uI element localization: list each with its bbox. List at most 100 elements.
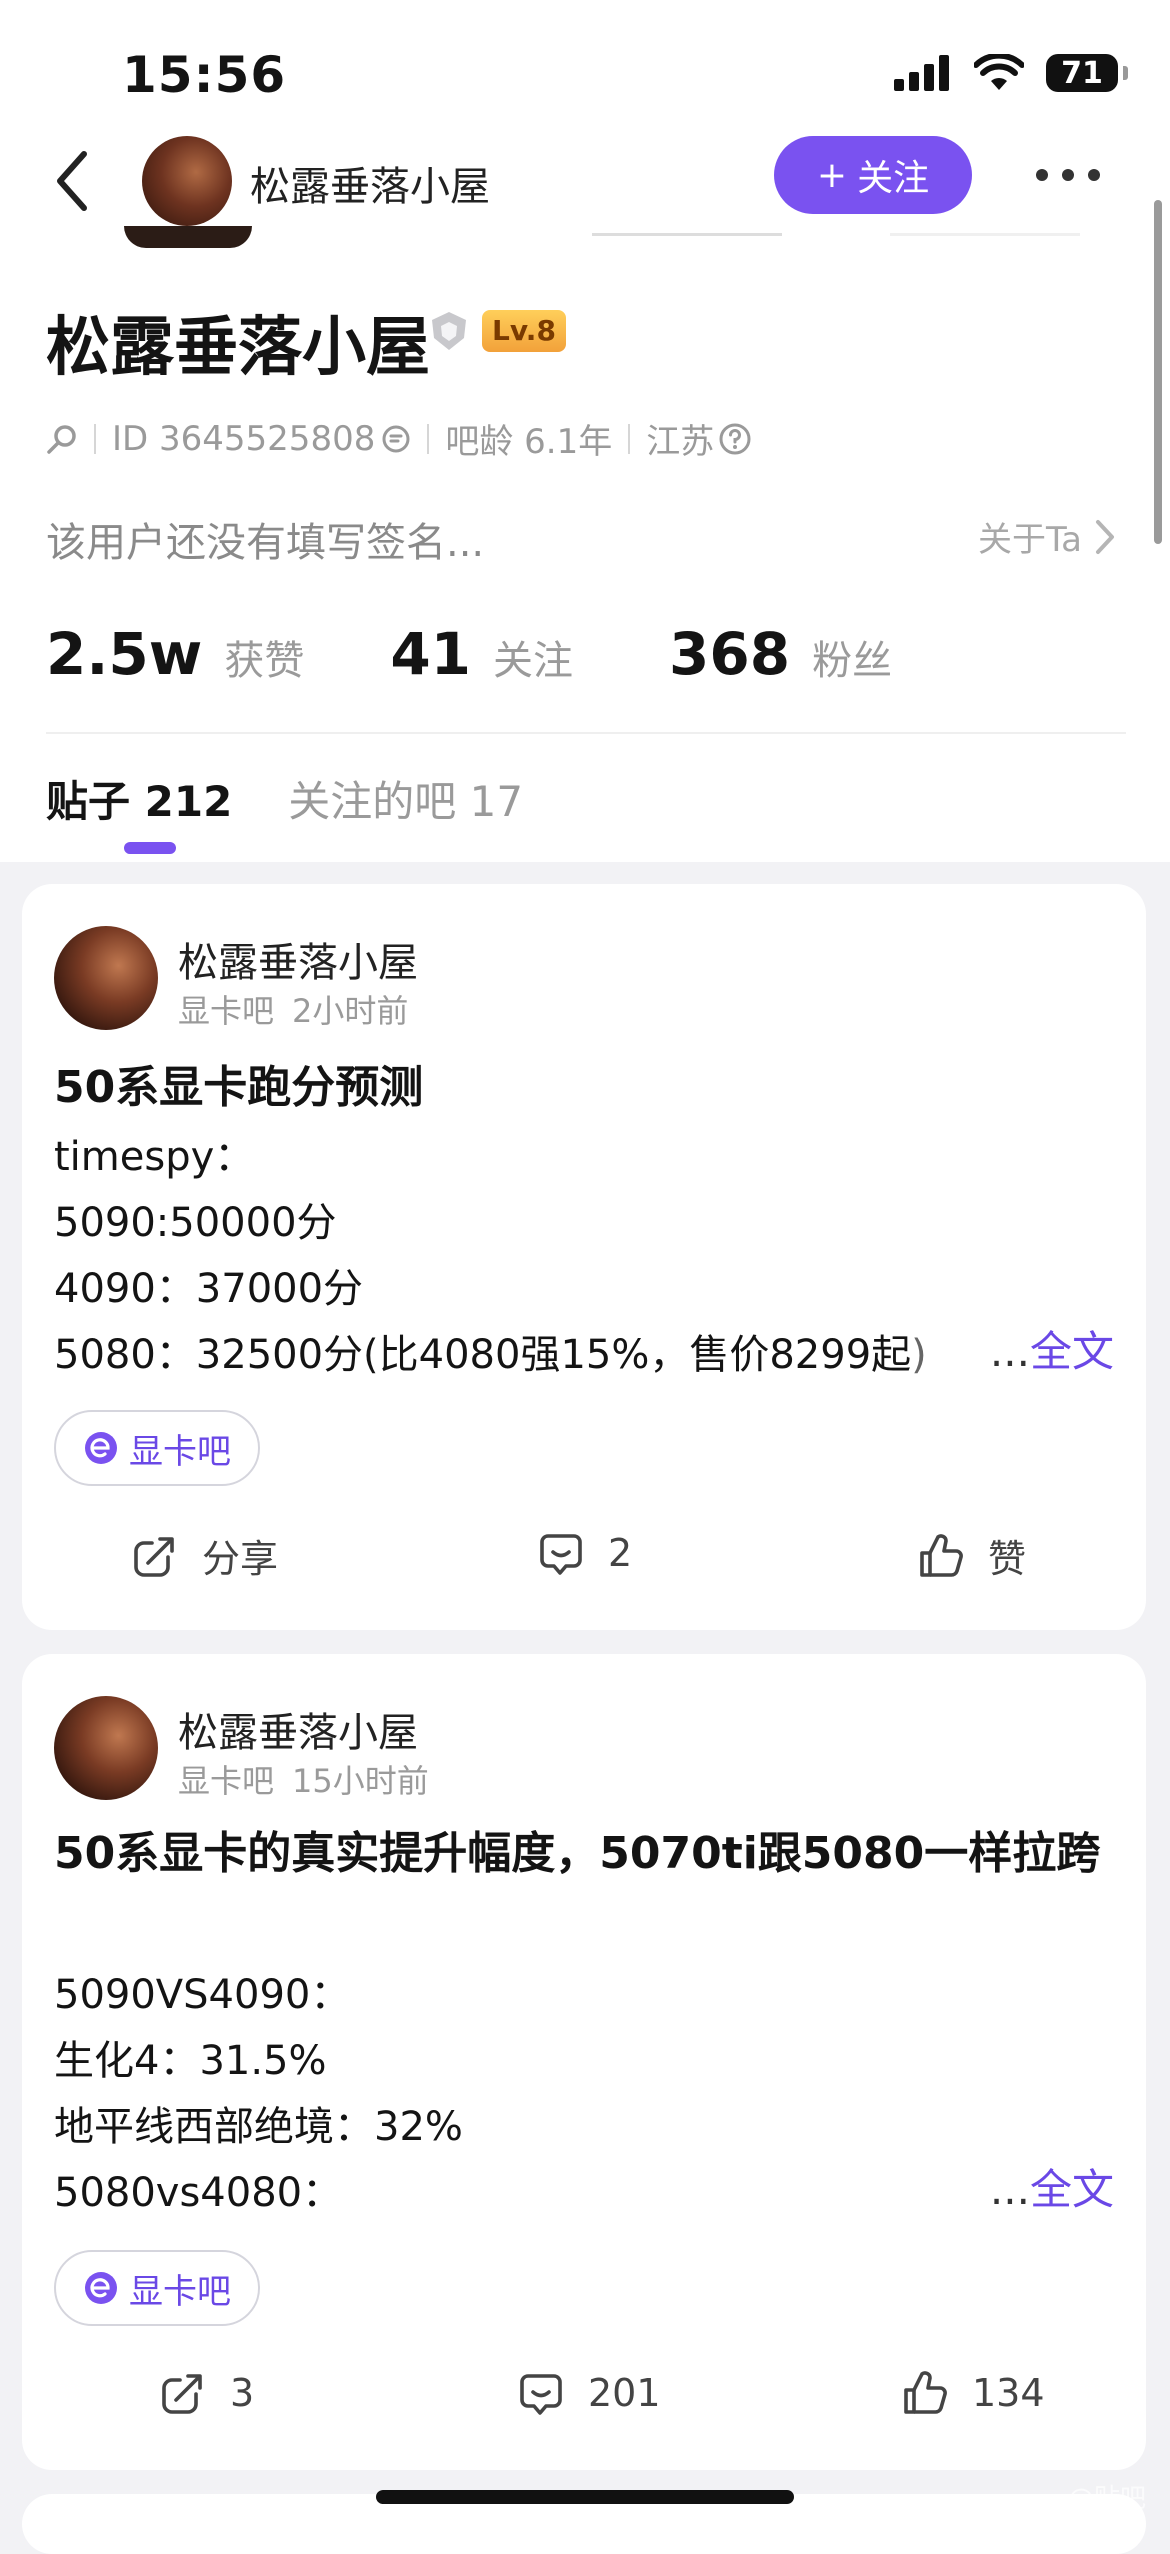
stat-label: 关注: [493, 638, 574, 684]
author-avatar[interactable]: [54, 926, 158, 1030]
full-text-link[interactable]: ...全文: [990, 1318, 1114, 1379]
forum-tag[interactable]: 显卡吧: [54, 1410, 260, 1486]
post-line: timespy：: [54, 1134, 255, 1180]
comment-button[interactable]: 201: [516, 2368, 661, 2418]
cellular-signal-icon: [894, 55, 949, 91]
share-icon: [162, 2374, 202, 2414]
divider: [46, 732, 1126, 734]
full-text-link[interactable]: ...全文: [990, 2156, 1114, 2217]
post-time: 2小时前: [292, 992, 409, 1030]
header-decoration: [592, 233, 782, 236]
thumbs-up-icon: [904, 2371, 947, 2414]
profile-tabs: 贴子 212 关注的吧 17: [46, 768, 523, 829]
share-button[interactable]: 分享: [130, 1528, 278, 1583]
stat-value: 41: [390, 620, 472, 688]
full-text-label: 全文: [1029, 2165, 1114, 2214]
stat-label: 粉丝: [812, 638, 893, 684]
level-badge: Lv.8: [482, 310, 566, 352]
post-title[interactable]: 50系显卡跑分预测: [54, 1052, 1114, 1124]
forum-tag-label: 显卡吧: [129, 2271, 231, 2312]
status-time: 15:56: [122, 46, 287, 104]
post-meta: 显卡吧 15小时前: [178, 1756, 429, 1802]
stat-label: 获赞: [224, 638, 305, 684]
profile-avatar-edge: [124, 226, 252, 248]
more-options-icon[interactable]: [1036, 160, 1100, 190]
stats-row: 2.5w 获赞 41 关注 368 粉丝: [46, 620, 892, 688]
comment-count: 2: [608, 1531, 633, 1575]
like-count: 134: [972, 2371, 1045, 2415]
post-author[interactable]: 松露垂落小屋: [178, 1700, 418, 1758]
battery-icon: 71: [1046, 54, 1128, 92]
post-line: 5080vs4080：: [54, 2170, 343, 2216]
header-decoration: [890, 233, 1080, 236]
follow-button[interactable]: + 关注: [774, 136, 972, 214]
forum-logo-icon: [85, 2272, 117, 2304]
forum-tag[interactable]: 显卡吧: [54, 2250, 260, 2326]
wifi-icon: [974, 54, 1024, 90]
author-avatar[interactable]: [54, 1696, 158, 1800]
like-button[interactable]: 赞: [916, 1528, 1026, 1583]
tab-followed-forums[interactable]: 关注的吧 17: [288, 768, 523, 829]
forum-logo-icon: [85, 1432, 117, 1464]
post-card[interactable]: 松露垂落小屋 显卡吧 15小时前 50系显卡的真实提升幅度，5070ti跟5080…: [22, 1654, 1146, 2470]
tab-indicator: [124, 842, 176, 854]
copy-icon[interactable]: [381, 424, 411, 454]
home-indicator[interactable]: [376, 2490, 794, 2504]
share-label: 分享: [202, 1537, 279, 1581]
post-line: 5090:50000分: [54, 1200, 337, 1246]
profile-name: 松露垂落小屋: [46, 311, 430, 385]
shield-badge-icon: [432, 312, 466, 350]
post-forum: 显卡吧: [178, 1762, 275, 1800]
forum-age: 吧龄 6.1年: [445, 422, 613, 462]
post-title[interactable]: 50系显卡的真实提升幅度，5070ti跟5080一样拉跨: [54, 1818, 1114, 1890]
post-author[interactable]: 松露垂落小屋: [178, 930, 418, 988]
nav-title: 松露垂落小屋: [250, 164, 490, 210]
post-forum: 显卡吧: [178, 992, 275, 1030]
share-icon: [134, 1536, 174, 1577]
like-button[interactable]: 134: [900, 2368, 1045, 2418]
help-icon[interactable]: [718, 422, 752, 456]
nav-avatar[interactable]: [142, 136, 232, 226]
comment-icon: [540, 1534, 582, 1575]
profile-signature: 该用户还没有填写签名...: [46, 520, 485, 566]
search-icon[interactable]: [46, 423, 78, 455]
tab-posts[interactable]: 贴子 212: [46, 768, 232, 829]
about-label: 关于Ta: [978, 520, 1082, 560]
plus-icon: +: [816, 154, 848, 196]
post-excerpt: 5090VS4090： 生化4：31.5% 地平线西部绝境：32% 5080vs…: [54, 1962, 463, 2226]
comment-count: 201: [588, 2371, 661, 2415]
stat-value: 2.5w: [46, 620, 203, 688]
thumbs-up-icon: [920, 1533, 963, 1577]
stat-likes[interactable]: 2.5w 获赞: [46, 620, 304, 688]
post-line-text: 5080：32500分(比4080强15%，售价8299起: [54, 1332, 912, 1378]
full-text-label: 全文: [1029, 1327, 1114, 1376]
user-location: 江苏: [646, 422, 715, 462]
ellipsis: ...: [989, 1327, 1030, 1376]
profile-meta-row: ID 3645525808 吧龄 6.1年 江苏: [46, 414, 752, 463]
post-time: 15小时前: [292, 1762, 429, 1800]
status-icons: 71: [894, 54, 1128, 92]
stat-following[interactable]: 41 关注: [390, 620, 573, 688]
post-line: 地平线西部绝境：32%: [54, 2104, 463, 2150]
comment-icon: [520, 2374, 562, 2415]
post-line: 5090VS4090：: [54, 1972, 351, 2018]
user-id: ID 3645525808: [112, 418, 376, 459]
share-count: 3: [230, 2371, 255, 2415]
follow-button-label: 关注: [857, 158, 930, 199]
post-line: 生化4：31.5%: [54, 2038, 327, 2084]
like-label: 赞: [988, 1537, 1027, 1581]
stat-fans[interactable]: 368 粉丝: [669, 620, 892, 688]
post-line: 4090：37000分: [54, 1266, 364, 1312]
post-card[interactable]: 松露垂落小屋 显卡吧 2小时前 50系显卡跑分预测 timespy： 5090:5…: [22, 884, 1146, 1630]
share-button[interactable]: 3: [158, 2368, 254, 2418]
post-excerpt: timespy： 5090:50000分 4090：37000分 5080：32…: [54, 1124, 927, 1388]
ellipsis: ...: [989, 2165, 1030, 2214]
back-arrow-icon[interactable]: [48, 146, 98, 216]
post-line-faded: ): [911, 1332, 927, 1378]
about-link[interactable]: 关于Ta: [978, 512, 1116, 561]
chevron-right-icon: [1096, 519, 1114, 554]
scrollbar[interactable]: [1154, 200, 1162, 544]
post-line: 5080：32500分(比4080强15%，售价8299起): [54, 1322, 927, 1388]
forum-tag-label: 显卡吧: [129, 1431, 231, 1472]
comment-button[interactable]: 2: [536, 1528, 632, 1578]
